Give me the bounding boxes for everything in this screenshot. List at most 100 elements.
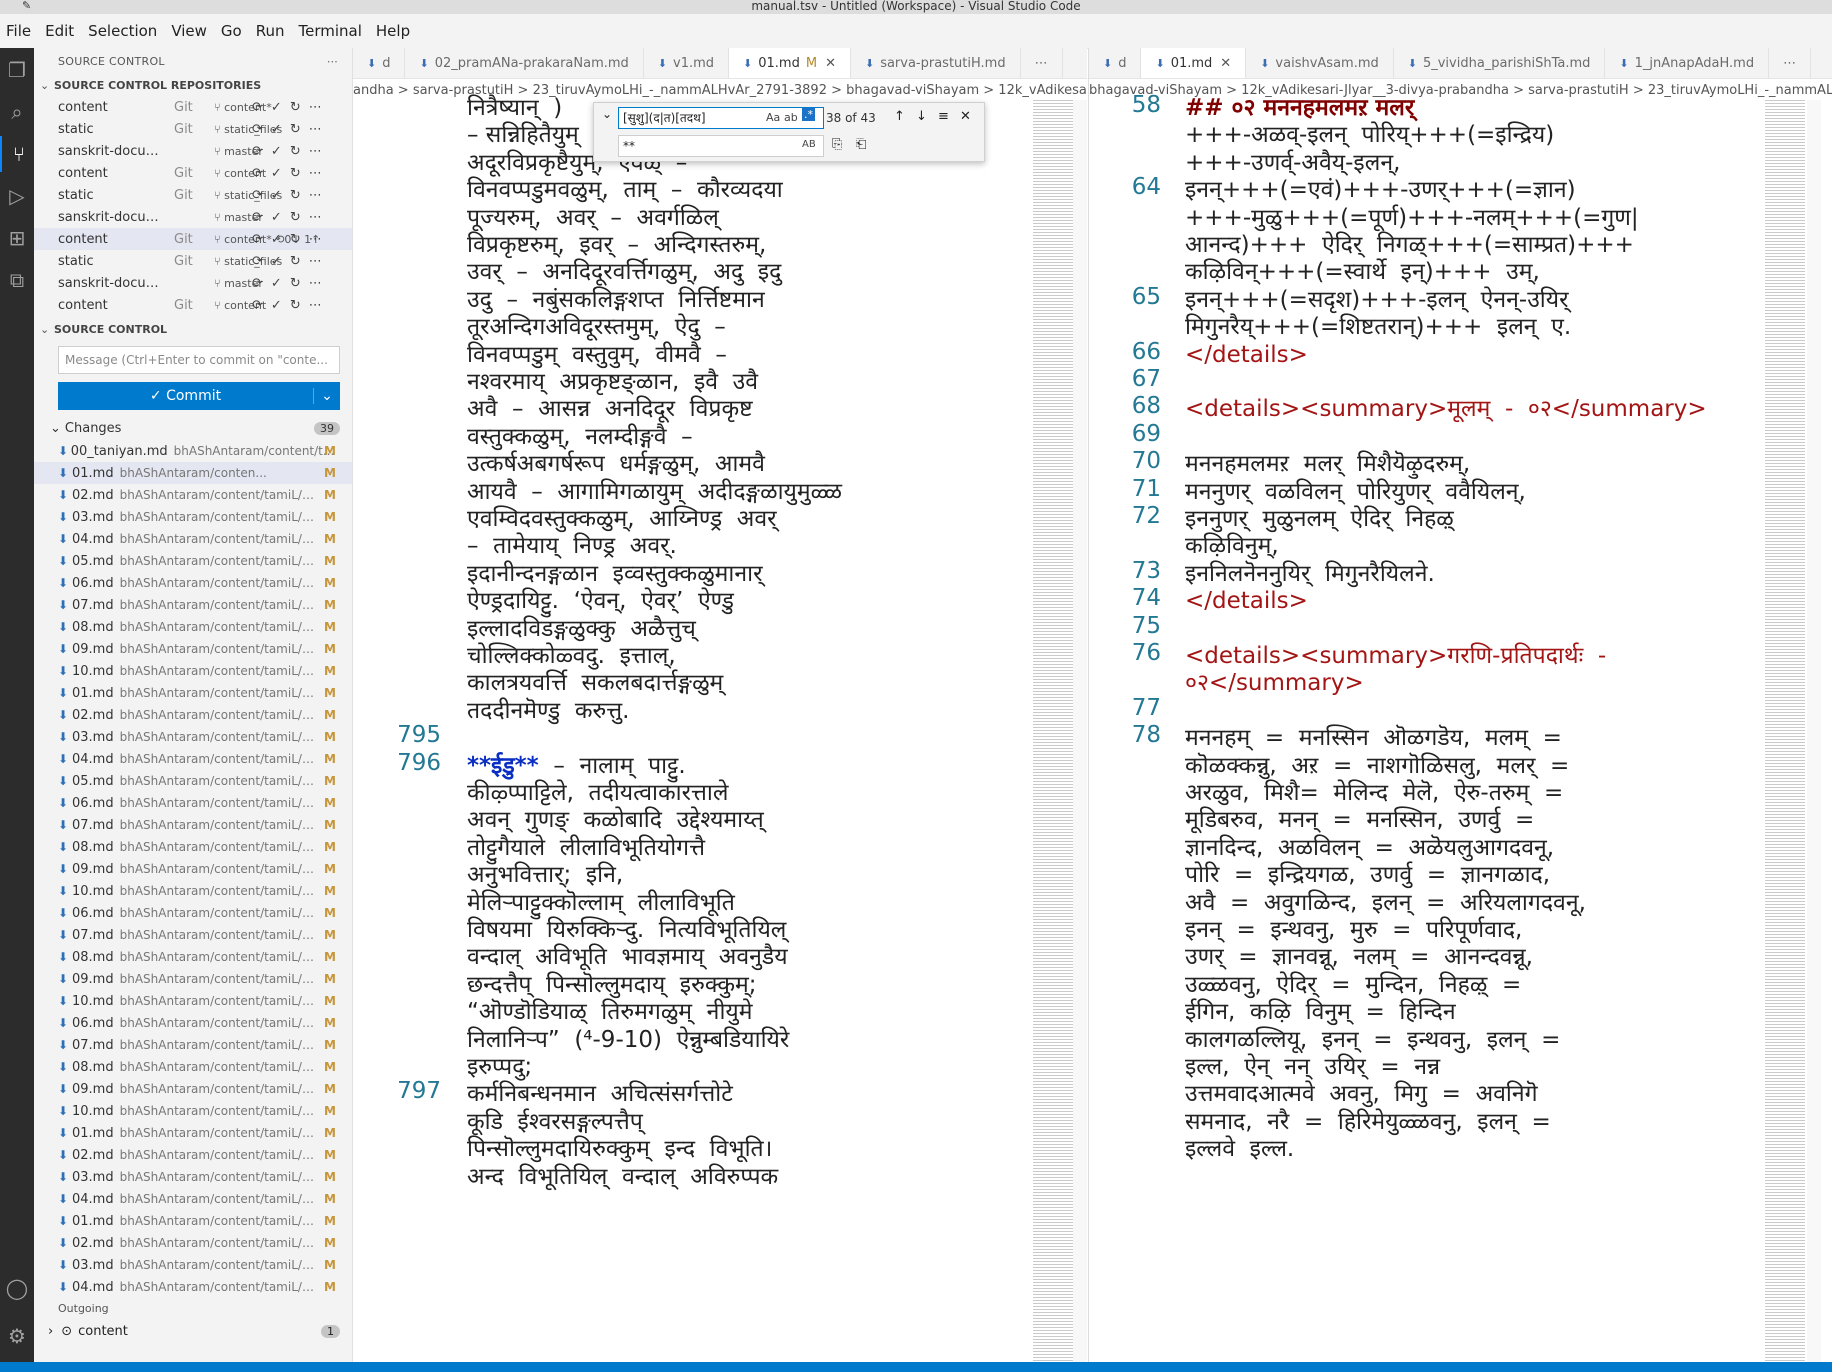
changed-file-item[interactable]: ⬇ 02.md bhAShAntaram/content/tamiL/pa... M [34,704,352,726]
editor-tab[interactable]: ⬇ sarva-prastutiH.md [851,48,1021,78]
more-icon[interactable]: ⋯ [309,232,322,247]
next-match-icon[interactable]: ↓ [916,109,927,124]
repo-item[interactable]: static Git ⑂ static_files ⟳ ✓ ↻ ⋯ [34,250,352,272]
changed-file-item[interactable]: ⬇ 03.md bhAShAntaram/content/tamiL/pa... M [34,726,352,748]
commit-message-input[interactable]: Message (Ctrl+Enter to commit on "conte.… [58,346,340,374]
refresh-icon[interactable]: ↻ [290,188,301,203]
more-icon[interactable]: ⋯ [309,188,322,203]
changed-file-item[interactable]: ⬇ 07.md bhAShAntaram/content/tamiL/pa... M [34,814,352,836]
changed-file-item[interactable]: ⬇ 04.md bhAShAntaram/content/tamiL/pa... M [34,748,352,770]
changed-file-item[interactable]: ⬇ 06.md bhAShAntaram/content/tamiL/pa... M [34,572,352,594]
commit-check-icon[interactable]: ✓ [271,254,282,269]
left-scrollbar[interactable] [1073,100,1087,1362]
commit-button[interactable]: ✓ Commit ⌄ [58,382,340,410]
menu-view[interactable]: View [165,22,215,40]
toggle-replace-icon[interactable]: ⌄ [602,107,618,121]
repo-item[interactable]: static Git ⑂ static_files ⟳ ✓ ↻ ⋯ [34,118,352,140]
changed-file-item[interactable]: ⬇ 08.md bhAShAntaram/content/tamiL/pa... M [34,1056,352,1078]
settings-icon[interactable]: ⚙ [0,1318,34,1354]
editor-tab[interactable]: ⬇ 01.md M ✕ [729,48,851,78]
repo-item[interactable]: static Git ⑂ static_files ⟳ ✓ ↻ ⋯ [34,184,352,206]
commit-check-icon[interactable]: ✓ [271,100,282,115]
repo-item[interactable]: content Git ⑂ content* ⟲0↓ 1↑ ⟳ ✓ ↻ ⋯ [34,228,352,250]
repo-item[interactable]: content Git ⑂ content ⟳ ✓ ↻ ⋯ [34,162,352,184]
menu-terminal[interactable]: Terminal [293,22,370,40]
menu-run[interactable]: Run [250,22,293,40]
changed-file-item[interactable]: ⬇ 03.md bhAShAntaram/content/tamiL/pa... M [34,1166,352,1188]
search-icon[interactable]: ⌕ [0,94,34,130]
changed-file-item[interactable]: ⬇ 10.md bhAShAntaram/content/tamiL/pa... M [34,880,352,902]
refresh-icon[interactable]: ↻ [290,144,301,159]
changed-file-item[interactable]: ⬇ 00_taniyan.md bhAShAntaram/content/t... M [34,440,352,462]
more-tabs-icon[interactable]: ⋯ [1021,48,1063,78]
more-icon[interactable]: ⋯ [309,166,322,181]
refresh-icon[interactable]: ↻ [290,100,301,115]
commit-check-icon[interactable]: ✓ [271,210,282,225]
changed-file-item[interactable]: ⬇ 03.md bhAShAntaram/content/tamiL/pa... M [34,1254,352,1276]
menu-file[interactable]: File [0,22,39,40]
commit-check-icon[interactable]: ✓ [271,188,282,203]
refresh-icon[interactable]: ↻ [290,298,301,313]
changed-file-item[interactable]: ⬇ 01.md bhAShAntaram/content/tamiL/pa... M [34,682,352,704]
repo-item[interactable]: sanskrit-documen...⑂ master⟳✓↻⋯ [34,206,352,228]
changed-file-item[interactable]: ⬇ 06.md bhAShAntaram/content/tamiL/pa... M [34,1012,352,1034]
refresh-icon[interactable]: ↻ [290,254,301,269]
sync-icon[interactable]: ⟳ [252,298,263,313]
changed-file-item[interactable]: ⬇ 09.md bhAShAntaram/content/tamiL/pa... M [34,968,352,990]
sync-icon[interactable]: ⟳ [252,276,263,291]
menu-selection[interactable]: Selection [82,22,165,40]
left-minimap[interactable] [1033,100,1073,1362]
changes-header[interactable]: ⌄ Changes 39 [34,416,352,440]
more-icon[interactable]: ⋯ [309,210,322,225]
repo-item[interactable]: content Git ⑂ content ⟳ ✓ ↻ ⋯ [34,294,352,316]
editor-tab[interactable]: ⬇ 1_jnAnapAdaH.md [1605,48,1770,78]
commit-check-icon[interactable]: ✓ [271,298,282,313]
refresh-icon[interactable]: ↻ [290,276,301,291]
commit-check-icon[interactable]: ✓ [271,144,282,159]
commit-check-icon[interactable]: ✓ [271,122,282,137]
extensions-icon[interactable]: ⊞ [0,220,34,256]
more-icon[interactable]: ⋯ [309,276,322,291]
changed-file-item[interactable]: ⬇ 05.md bhAShAntaram/content/tamiL/pa... M [34,770,352,792]
more-icon[interactable]: ⋯ [309,144,322,159]
changed-file-item[interactable]: ⬇ 04.md bhAShAntaram/content/tamiL/pa... M [34,1276,352,1298]
menu-edit[interactable]: Edit [39,22,82,40]
source-control-icon[interactable]: ⑂ [0,136,36,172]
repositories-section-header[interactable]: ⌄ SOURCE CONTROL REPOSITORIES [34,74,352,96]
changed-file-item[interactable]: ⬇ 04.md bhAShAntaram/content/tamiL/pa... M [34,528,352,550]
close-icon[interactable]: ✕ [825,56,836,71]
commit-dropdown-icon[interactable]: ⌄ [313,388,340,404]
changed-file-item[interactable]: ⬇ 06.md bhAShAntaram/content/tamiL/pa... M [34,792,352,814]
editor-tab[interactable]: ⬇ d [353,48,406,78]
editor-tab[interactable]: ⬇ v1.md [644,48,730,78]
editor-tab[interactable]: ⬇ d [1089,48,1142,78]
whole-word-icon[interactable]: ab [784,111,798,124]
more-icon[interactable]: ⋯ [309,254,322,269]
changed-file-item[interactable]: ⬇ 08.md bhAShAntaram/content/tamiL/pa... M [34,836,352,858]
sync-icon[interactable]: ⟳ [252,122,263,137]
repo-item[interactable]: sanskrit-documen...⑂ master⟳✓↻⋯ [34,272,352,294]
sync-icon[interactable]: ⟳ [252,166,263,181]
refresh-icon[interactable]: ↻ [290,232,301,247]
sync-icon[interactable]: ⟳ [252,188,263,203]
previous-match-icon[interactable]: ↑ [894,109,905,124]
match-case-icon[interactable]: Aa [766,111,780,124]
more-icon[interactable]: ⋯ [309,298,322,313]
changed-file-item[interactable]: ⬇ 02.md bhAShAntaram/content/tamiL/pa... M [34,484,352,506]
editor-tab[interactable]: ⬇ 5_vividha_parishiShTa.md [1394,48,1606,78]
menu-go[interactable]: Go [215,22,250,40]
changed-file-item[interactable]: ⬇ 02.md bhAShAntaram/content/tamiL/pa... M [34,1144,352,1166]
changed-file-item[interactable]: ⬇ 10.md bhAShAntaram/content/tamiL/pa... M [34,1100,352,1122]
left-breadcrumb[interactable]: andha > sarva-prastutiH > 23_tiruvAymoLH… [353,79,1087,101]
more-icon[interactable]: ⋯ [309,122,322,137]
more-icon[interactable]: ⋯ [309,100,322,115]
commit-check-icon[interactable]: ✓ [271,276,282,291]
changed-file-item[interactable]: ⬇ 02.md bhAShAntaram/content/tamiL/pa... M [34,1232,352,1254]
changed-file-item[interactable]: ⬇ 08.md bhAShAntaram/content/tamiL/pa... M [34,946,352,968]
preserve-case-icon[interactable]: AB [802,139,816,150]
sync-icon[interactable]: ⟳ [252,254,263,269]
menu-help[interactable]: Help [370,22,418,40]
commit-check-icon[interactable]: ✓ [271,232,282,247]
commit-check-icon[interactable]: ✓ [271,166,282,181]
editor-tab[interactable]: ⬇ 01.md ✕ [1141,48,1247,78]
